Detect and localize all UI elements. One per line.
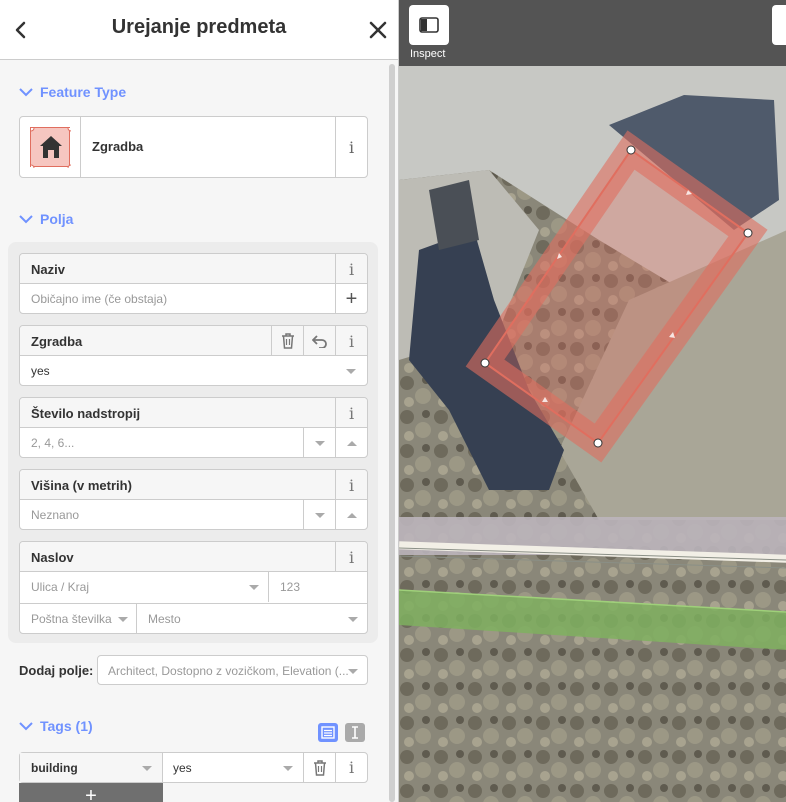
field-label-row: Naslov i bbox=[20, 542, 367, 572]
tag-value: yes bbox=[173, 761, 192, 775]
field-label: Naziv bbox=[31, 262, 65, 277]
preset-name: Zgradba bbox=[92, 139, 144, 154]
aerial-imagery bbox=[399, 0, 786, 802]
postcode-placeholder: Poštna številka bbox=[31, 612, 112, 626]
preset-info-button[interactable]: i bbox=[335, 117, 367, 177]
levels-placeholder: 2, 4, 6... bbox=[31, 436, 75, 450]
inspect-label: Inspect bbox=[410, 48, 446, 60]
preset-icon-cell bbox=[20, 117, 81, 177]
field-info-button[interactable]: i bbox=[335, 254, 367, 284]
tag-value-input[interactable]: yes bbox=[163, 753, 303, 782]
field-label: Število nadstropij bbox=[31, 406, 141, 421]
chevron-left-icon bbox=[15, 21, 26, 39]
name-input[interactable]: Običajno ime (če obstaja) + bbox=[20, 284, 367, 314]
map-view[interactable]: Inspect bbox=[398, 0, 786, 802]
chevron-down-icon bbox=[19, 722, 33, 731]
increment-button[interactable] bbox=[335, 500, 367, 530]
tag-row: building yes i bbox=[19, 752, 368, 783]
close-button[interactable] bbox=[364, 15, 392, 45]
sidebar-scrollbar[interactable] bbox=[389, 64, 395, 802]
fields-section-toggle[interactable]: Polja bbox=[19, 209, 73, 229]
list-icon bbox=[321, 726, 335, 739]
street-combo[interactable]: Ulica / Kraj bbox=[20, 572, 268, 602]
house-icon bbox=[27, 124, 75, 172]
remove-field-button[interactable] bbox=[271, 326, 303, 356]
preset-button[interactable]: Zgradba i bbox=[19, 116, 368, 178]
street-placeholder: Ulica / Kraj bbox=[31, 580, 90, 594]
field-height: Višina (v metrih) i Neznano bbox=[19, 469, 368, 530]
add-field-combo[interactable]: Architect, Dostopno z vozičkom, Elevatio… bbox=[97, 655, 368, 685]
sidebar-toggle-icon bbox=[419, 17, 439, 33]
close-icon bbox=[369, 21, 387, 39]
building-combo[interactable]: yes bbox=[20, 356, 367, 386]
tag-key: building bbox=[31, 761, 78, 775]
section-title: Polja bbox=[40, 211, 74, 227]
page-title: Urejanje predmeta bbox=[111, 16, 287, 38]
increment-button[interactable] bbox=[335, 428, 367, 458]
field-label-row: Naziv i bbox=[20, 254, 367, 284]
revert-field-button[interactable] bbox=[303, 326, 335, 356]
tag-text-view-button[interactable] bbox=[345, 723, 365, 742]
editor-header: Urejanje predmeta bbox=[0, 0, 398, 60]
decrement-button[interactable] bbox=[303, 428, 335, 458]
address-row-2: Poštna številka Mesto bbox=[20, 603, 367, 634]
field-label-row: Število nadstropij i bbox=[20, 398, 367, 428]
height-placeholder: Neznano bbox=[31, 508, 80, 522]
decrement-button[interactable] bbox=[303, 500, 335, 530]
field-label-row: Višina (v metrih) i bbox=[20, 470, 367, 500]
chevron-down-icon bbox=[19, 88, 33, 97]
name-placeholder: Običajno ime (če obstaja) bbox=[31, 292, 168, 306]
tag-list-view-button[interactable] bbox=[318, 723, 338, 742]
section-title: Tags (1) bbox=[40, 718, 93, 734]
tag-info-button[interactable]: i bbox=[335, 753, 367, 782]
chevron-down-icon bbox=[19, 215, 33, 224]
address-row-1: Ulica / Kraj 123 bbox=[20, 572, 367, 602]
trash-icon bbox=[313, 759, 326, 776]
combo-caret[interactable] bbox=[335, 356, 367, 386]
map-toolbar bbox=[399, 0, 786, 66]
delete-tag-button[interactable] bbox=[303, 753, 335, 782]
field-building: Zgradba i yes bbox=[19, 325, 368, 386]
height-input[interactable]: Neznano bbox=[20, 500, 367, 530]
field-info-button[interactable]: i bbox=[335, 326, 367, 356]
field-info-button[interactable]: i bbox=[335, 398, 367, 428]
levels-input[interactable]: 2, 4, 6... bbox=[20, 428, 367, 458]
housenumber-input[interactable]: 123 bbox=[268, 572, 367, 602]
field-name: Naziv i Običajno ime (če obstaja) + bbox=[19, 253, 368, 314]
tags-section-toggle[interactable]: Tags (1) bbox=[19, 716, 93, 736]
map-toolbar-button[interactable] bbox=[772, 5, 786, 45]
field-levels: Število nadstropij i 2, 4, 6... bbox=[19, 397, 368, 458]
housenumber-placeholder: 123 bbox=[280, 580, 301, 594]
field-label-row: Zgradba i bbox=[20, 326, 367, 356]
add-localized-name-button[interactable]: + bbox=[335, 284, 367, 314]
text-cursor-icon bbox=[352, 726, 358, 739]
field-info-button[interactable]: i bbox=[335, 470, 367, 500]
entity-editor-sidebar: Urejanje predmeta Feature Type Zgradba i… bbox=[0, 0, 398, 802]
add-tag-button[interactable]: + bbox=[19, 783, 163, 802]
trash-icon bbox=[281, 333, 294, 349]
inspect-button[interactable] bbox=[409, 5, 449, 45]
back-button[interactable] bbox=[8, 15, 34, 45]
field-address: Naslov i Ulica / Kraj 123 Poštna številk… bbox=[19, 541, 368, 634]
city-placeholder: Mesto bbox=[148, 612, 181, 626]
add-field-placeholder: Architect, Dostopno z vozičkom, Elevatio… bbox=[108, 664, 349, 678]
field-info-button[interactable]: i bbox=[335, 542, 367, 572]
feature-type-section-toggle[interactable]: Feature Type bbox=[19, 82, 126, 102]
section-title: Feature Type bbox=[40, 84, 127, 100]
postcode-combo[interactable]: Poštna številka bbox=[20, 604, 136, 634]
field-label: Zgradba bbox=[31, 334, 83, 349]
field-label: Višina (v metrih) bbox=[31, 478, 132, 493]
tag-key-input[interactable]: building bbox=[20, 753, 163, 782]
add-field-label: Dodaj polje: bbox=[19, 663, 94, 678]
field-label: Naslov bbox=[31, 550, 74, 565]
scrollbar-thumb[interactable] bbox=[389, 64, 395, 802]
city-combo[interactable]: Mesto bbox=[136, 604, 367, 634]
building-value: yes bbox=[31, 364, 50, 378]
undo-icon bbox=[311, 335, 327, 348]
